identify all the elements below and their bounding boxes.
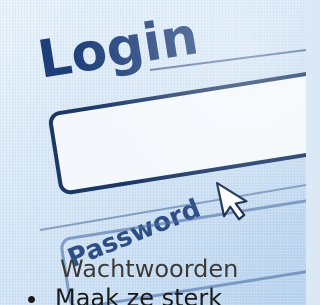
caption-bullet: Maak ze sterk xyxy=(28,284,222,305)
bullet-dot xyxy=(28,295,35,303)
username-input[interactable] xyxy=(48,68,306,195)
caption-bullet-text: Maak ze sterk xyxy=(55,284,223,305)
caption-title: Wachtwoorden xyxy=(60,255,239,283)
login-screen-photo: Login Password Wachtwoorden Maak ze ster… xyxy=(0,0,306,305)
login-heading: Login xyxy=(34,6,202,90)
